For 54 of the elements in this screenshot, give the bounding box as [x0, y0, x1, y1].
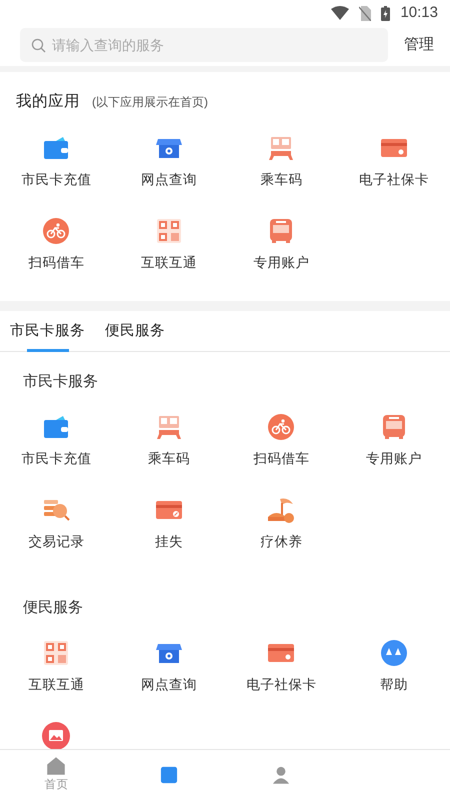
trees-icon [378, 638, 409, 668]
app-tile[interactable]: 网点查询 [112, 133, 225, 216]
app-tile[interactable]: 市民卡充值 [0, 133, 112, 216]
app-tile[interactable]: 电子社保卡 [225, 638, 338, 722]
app-label: 互联互通 [140, 254, 197, 272]
app-label: 乘车码 [148, 450, 190, 468]
app-tile[interactable]: 市民卡充值 [0, 412, 112, 496]
tab[interactable]: 便民服务 [105, 311, 165, 352]
section-title: 我的应用 [16, 92, 80, 112]
app-label: 扫码借车 [28, 254, 84, 272]
app-label: 扫码借车 [253, 450, 310, 468]
app-label: 交易记录 [28, 533, 84, 552]
search-field[interactable]: 请输入查询的服务 [20, 28, 388, 62]
app-label: 市民卡充值 [21, 171, 92, 190]
app-label: 电子社保卡 [246, 676, 316, 694]
app-tile[interactable]: 交易记录 [0, 495, 112, 578]
app-label: 互联互通 [28, 676, 84, 694]
wifi-icon [331, 6, 350, 20]
app-tile[interactable]: 电子社保卡 [338, 133, 450, 216]
tab-indicator [26, 349, 68, 352]
bicycle-icon [266, 412, 296, 442]
home-icon [45, 755, 68, 778]
app-label: 挂失 [154, 533, 183, 552]
app-label: 帮助 [380, 676, 408, 694]
app-label: 市民卡充值 [21, 450, 92, 468]
app-tile[interactable]: 网点查询 [112, 638, 225, 722]
app-label: 专用账户 [366, 450, 422, 468]
battery-icon [381, 6, 390, 20]
app-tile[interactable]: 互联互通 [0, 638, 112, 722]
search-icon [31, 38, 46, 53]
app-tile[interactable]: 互联互通 [112, 216, 225, 300]
app-label: 网点查询 [140, 171, 197, 190]
bicycle-icon [41, 216, 72, 246]
status-time: 10:13 [400, 2, 438, 23]
app-label: 网点查询 [140, 676, 197, 694]
app-tile[interactable]: 挂失 [112, 495, 225, 578]
section-subtitle: (以下应用展示在首页) [92, 94, 208, 111]
manage-button[interactable]: 管理 [404, 34, 434, 56]
app-label: 乘车码 [260, 171, 302, 190]
tab[interactable]: 市民卡服务 [10, 311, 85, 352]
app-tile[interactable]: 乘车码 [112, 412, 225, 496]
app-label: 电子社保卡 [358, 171, 429, 190]
section-title: 便民服务 [23, 599, 83, 616]
app-tile[interactable]: 扫码借车 [225, 412, 338, 496]
no-sim-icon [359, 6, 372, 20]
app-tile[interactable]: 乘车码 [225, 133, 338, 216]
app-tile[interactable]: 专用账户 [338, 412, 450, 496]
app-tile[interactable]: 疗休养 [225, 495, 338, 578]
app-label: 专用账户 [253, 254, 310, 272]
section-title: 市民卡服务 [23, 373, 98, 390]
app-tile[interactable]: 专用账户 [225, 216, 338, 300]
app-tile[interactable]: 扫码借车 [0, 216, 112, 300]
app-tile[interactable]: 帮助 [338, 638, 450, 722]
app-label: 疗休养 [260, 533, 302, 552]
